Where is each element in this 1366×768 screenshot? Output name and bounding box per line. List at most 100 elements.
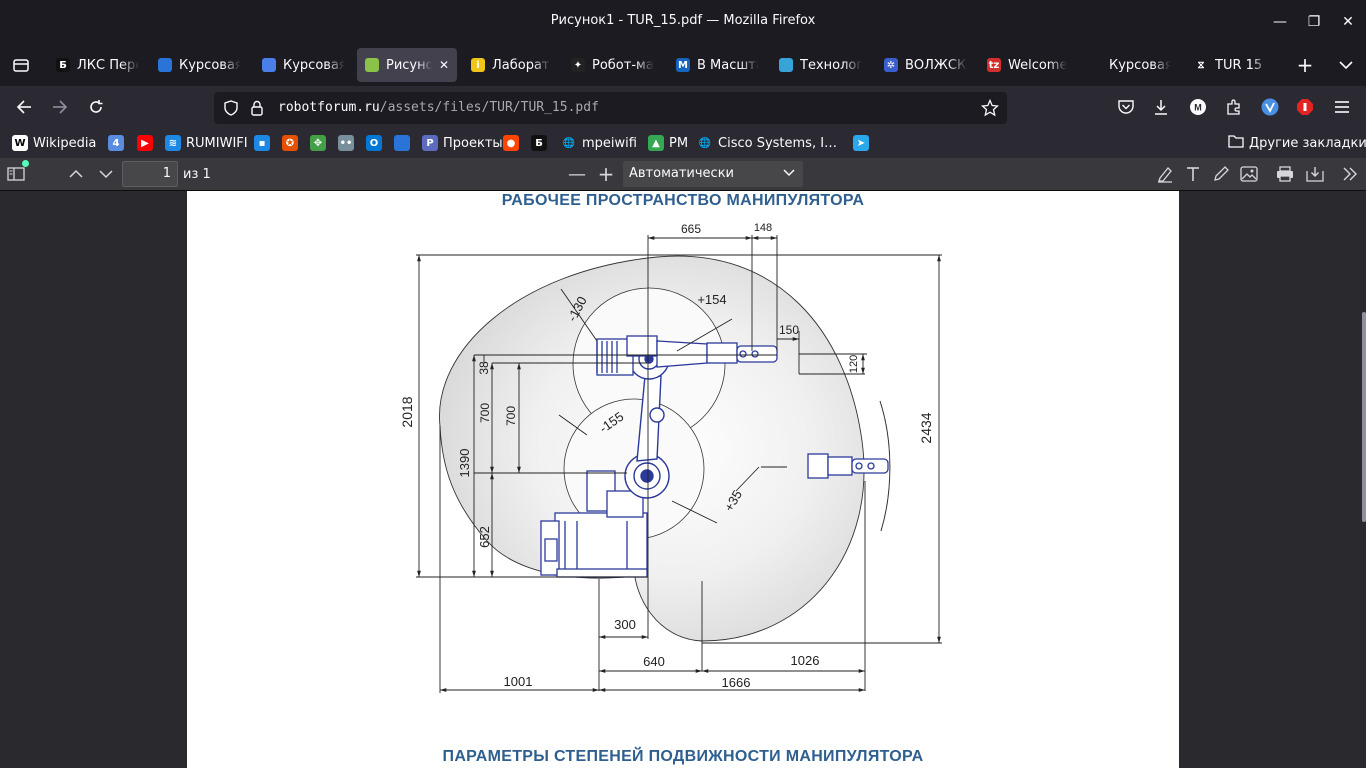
dolphin-icon [158, 58, 172, 72]
tab-3[interactable]: Курсовая [254, 48, 354, 82]
vertical-scrollbar[interactable] [1362, 312, 1366, 522]
dim-150: 150 [779, 323, 799, 337]
forward-button[interactable] [47, 94, 73, 120]
tz-icon: tz [987, 58, 1001, 72]
bookmark-label: mpeiwifi [582, 135, 637, 151]
bookmark-label: Проекты [443, 135, 503, 151]
tab-10[interactable]: tz Welcome t [979, 48, 1075, 82]
zoom-in-button[interactable]: + [594, 162, 618, 186]
url-path: /assets/files/TUR/TUR_15.pdf [379, 100, 599, 115]
bookmark-chat[interactable]: ▪ [254, 133, 270, 153]
minimize-button[interactable]: — [1268, 10, 1292, 34]
chevron-down-icon [783, 161, 795, 187]
extensions-icon[interactable] [1221, 94, 1247, 120]
tab-label: Курсовая [179, 57, 241, 73]
url-text: robotforum.ru/assets/files/TUR/TUR_15.pd… [278, 100, 599, 115]
tab-label: Welcome t [1008, 57, 1067, 73]
info-icon: i [471, 58, 485, 72]
pdf-viewer[interactable]: РАБОЧЕЕ ПРОСТРАНСТВО МАНИПУЛЯТОРА 665 14… [0, 191, 1366, 768]
globe-icon: 🌐 [562, 137, 576, 149]
draw-icon[interactable] [1209, 162, 1233, 186]
page-number-input[interactable]: 1 [122, 161, 178, 187]
folder-icon [1228, 134, 1244, 152]
dim-1001: 1001 [504, 674, 533, 689]
account-icon[interactable]: M [1185, 94, 1211, 120]
close-window-button[interactable]: ✕ [1336, 10, 1360, 34]
tab-4[interactable]: Рисунок1 ✕ [357, 48, 457, 82]
bookmark-b[interactable]: Б [531, 133, 547, 153]
wikipedia-icon: W [12, 135, 28, 151]
tab-favicon [1088, 58, 1102, 72]
pocket-icon[interactable] [1113, 94, 1139, 120]
bookmark-проекты[interactable]: P Проекты [422, 133, 503, 153]
save-download-icon[interactable] [1303, 162, 1327, 186]
lock-icon[interactable] [250, 100, 264, 120]
tab-7[interactable]: M В Масштаб [668, 48, 768, 82]
downloads-icon[interactable] [1148, 94, 1174, 120]
tab-11[interactable]: Курсовая раб [1080, 48, 1180, 82]
bookmark-wikipedia[interactable]: W Wikipedia [12, 133, 96, 153]
back-button[interactable] [11, 94, 37, 120]
highlight-icon[interactable] [1153, 162, 1177, 186]
bookmark-star-icon[interactable] [980, 98, 1000, 121]
bookmark-outlook[interactable]: O [366, 133, 382, 153]
pce-icon: P [422, 135, 438, 151]
close-tab-icon[interactable]: ✕ [439, 58, 449, 72]
telegram-icon: ➤ [853, 135, 869, 151]
dim-1390: 1390 [457, 449, 472, 478]
b-icon: Б [56, 58, 70, 72]
bookmark-dolphin[interactable] [394, 133, 410, 153]
previous-page-button[interactable] [64, 162, 88, 186]
emblem-icon: ✪ [282, 135, 298, 151]
bookmark-cisco-systems-i-[interactable]: 🌐 Cisco Systems, I… [697, 133, 837, 153]
list-all-tabs-icon[interactable] [1333, 52, 1359, 78]
bookmark-dots[interactable]: •• [338, 133, 354, 153]
bookmark-youtube[interactable]: ▶ [137, 133, 153, 153]
dim-38: 38 [477, 361, 491, 375]
bookmark-telegram[interactable]: ➤ [853, 133, 869, 153]
sparkle-icon: ✦ [571, 58, 585, 72]
print-icon[interactable] [1273, 162, 1297, 186]
dim-1026: 1026 [791, 653, 820, 668]
tab-1[interactable]: Б ЛКС Переп [48, 48, 148, 82]
dim-1666: 1666 [722, 675, 751, 690]
tab-2[interactable]: Курсовая [150, 48, 250, 82]
bookmark-reddit[interactable]: ● [503, 133, 519, 153]
tab-9[interactable]: ✲ ВОЛЖСКИЙ [876, 48, 976, 82]
tools-overflow-icon[interactable] [1338, 162, 1362, 186]
firefox-view-icon[interactable] [8, 52, 34, 78]
zoom-select[interactable]: Автоматически [623, 161, 803, 187]
reload-button[interactable] [83, 94, 109, 120]
sidebar-toggle-icon[interactable] [4, 160, 29, 186]
bookmark-rumiwifi[interactable]: ≋ RUMIWIFI [165, 133, 248, 153]
tab-6[interactable]: ✦ Робот-ман [563, 48, 663, 82]
dim-700-right: 700 [504, 406, 518, 426]
tab-label: TUR 15 - [1215, 57, 1268, 73]
wifi-icon: ≋ [165, 135, 181, 151]
maximize-button[interactable]: ❐ [1302, 10, 1326, 34]
notification-dot [22, 160, 29, 167]
star-icon: ✲ [884, 58, 898, 72]
vpn-extension-icon[interactable] [1257, 94, 1283, 120]
bookmark-puzzle[interactable]: ✥ [310, 133, 326, 153]
tab-12[interactable]: ⧖ TUR 15 - [1186, 48, 1276, 82]
bookmark-mpeiwifi[interactable]: 🌐 mpeiwifi [561, 133, 637, 153]
zoom-out-button[interactable]: — [565, 162, 589, 186]
menu-hamburger-icon[interactable] [1329, 94, 1355, 120]
shield-icon[interactable] [223, 100, 239, 120]
address-bar[interactable]: robotforum.ru/assets/files/TUR/TUR_15.pd… [214, 92, 1007, 124]
dots-icon: •• [338, 135, 354, 151]
bookmark-four[interactable]: 4 [108, 133, 124, 153]
next-page-button[interactable] [94, 162, 118, 186]
new-tab-button[interactable]: + [1292, 52, 1318, 78]
tab-5[interactable]: i Лабораторн [463, 48, 559, 82]
bookmark-emblem[interactable]: ✪ [282, 133, 298, 153]
tab-8[interactable]: Технолог [771, 48, 871, 82]
adblock-icon[interactable] [1292, 94, 1318, 120]
other-bookmarks[interactable]: Другие закладки [1228, 133, 1366, 153]
text-tool-icon[interactable] [1181, 162, 1205, 186]
bookmark-label: Cisco Systems, I… [718, 135, 838, 151]
bookmark-pm[interactable]: ▲ PM [648, 133, 688, 153]
dim-640: 640 [643, 654, 665, 669]
add-image-icon[interactable] [1237, 162, 1261, 186]
